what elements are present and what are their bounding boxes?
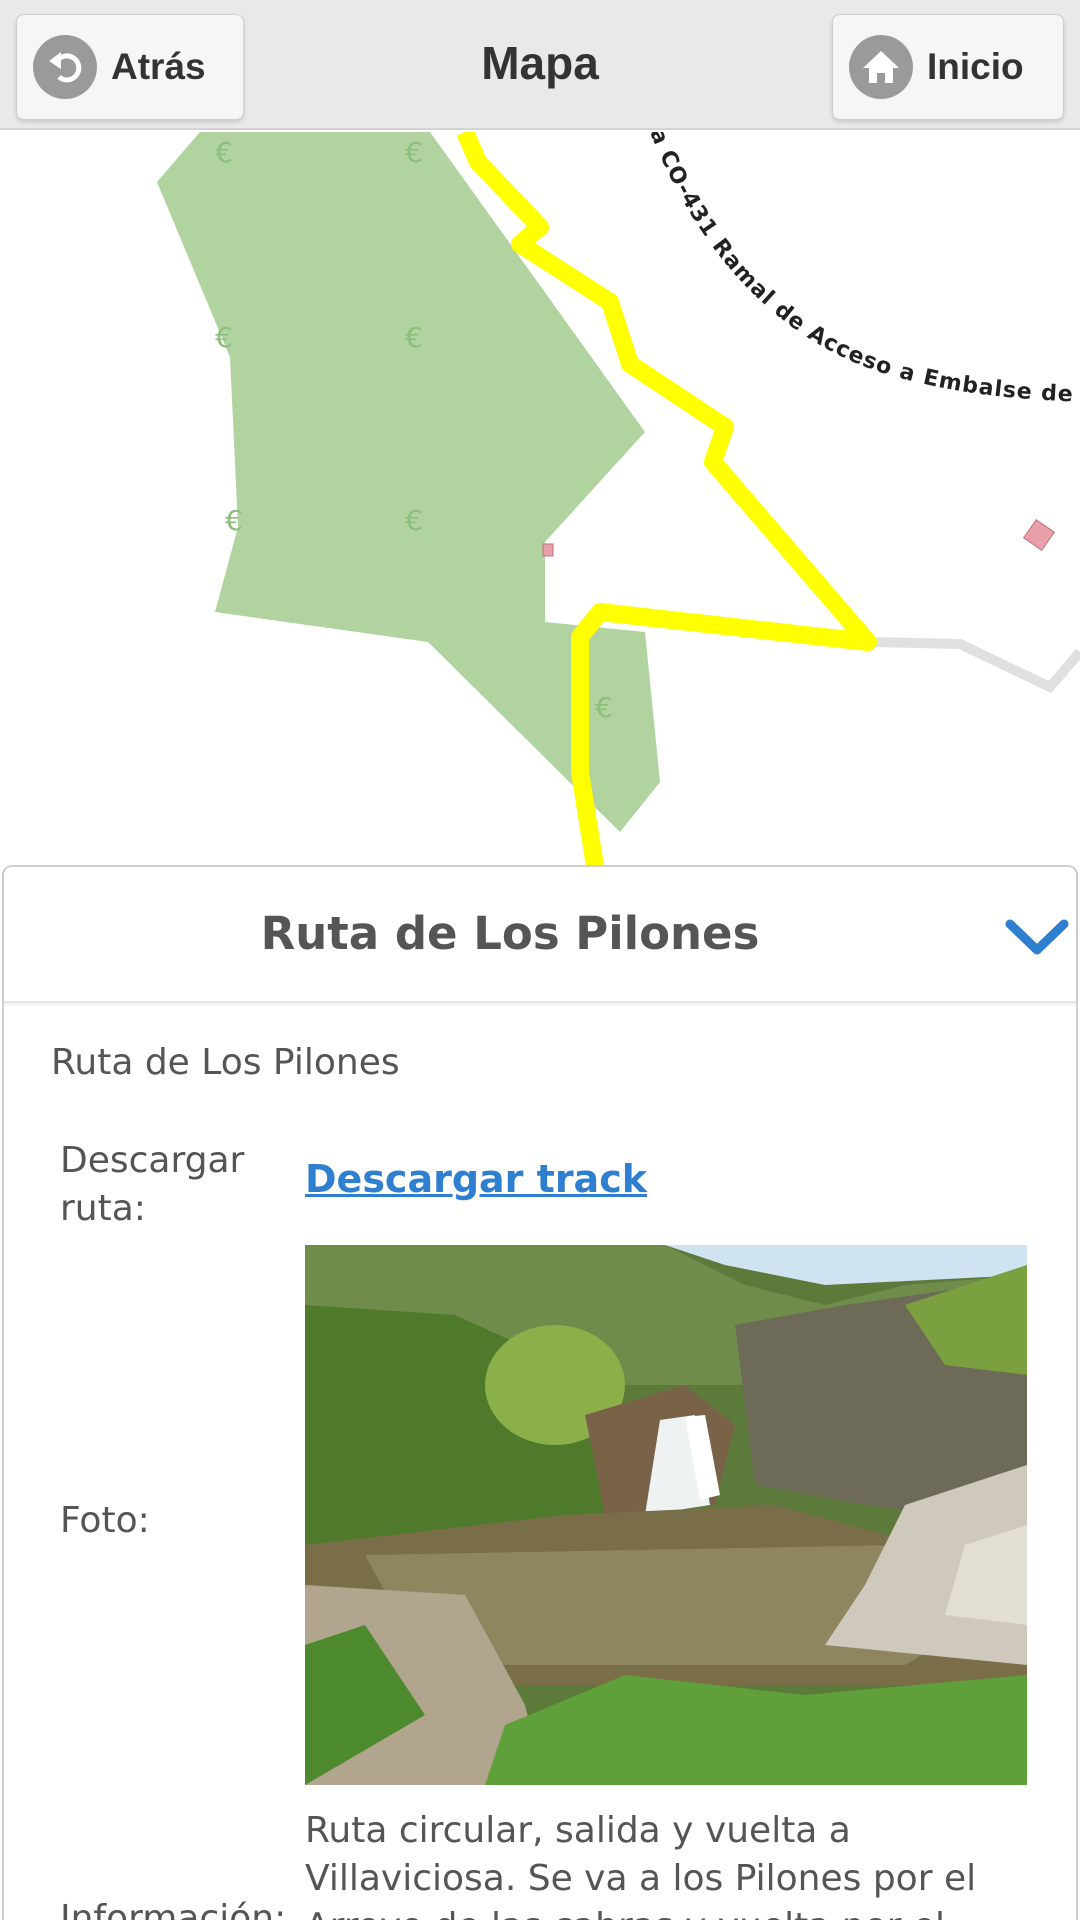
download-label: Descargar ruta: (60, 1137, 244, 1233)
map-marker (542, 543, 554, 557)
download-label-line1: Descargar (60, 1140, 245, 1181)
download-label-line2: ruta: (60, 1188, 146, 1229)
svg-text:€: € (405, 136, 423, 169)
map-canvas: € € € € € € € a CO-431 Ramal de Acceso a… (0, 132, 1080, 866)
svg-text:€: € (225, 504, 243, 537)
home-icon (849, 35, 913, 99)
map-marker (1022, 518, 1056, 552)
svg-text:€: € (405, 321, 423, 354)
collapse-chevron-icon[interactable] (1002, 909, 1072, 965)
svg-text:€: € (215, 136, 233, 169)
svg-text:€: € (215, 321, 233, 354)
home-button[interactable]: Inicio (832, 14, 1064, 120)
route-info-text: Ruta circular, salida y vuelta a Villavi… (305, 1810, 977, 1920)
photo-label: Foto: (60, 1500, 150, 1541)
download-track-link[interactable]: Descargar track (305, 1157, 647, 1201)
svg-text:€: € (405, 504, 423, 537)
home-button-label: Inicio (927, 46, 1024, 87)
svg-text:€: € (595, 691, 613, 724)
info-label: Información: (60, 1898, 287, 1920)
panel-header[interactable]: Ruta de Los Pilones (4, 867, 1076, 1003)
route-info-panel: Ruta de Los Pilones Ruta de Los Pilones … (2, 865, 1078, 1920)
route-subtitle: Ruta de Los Pilones (51, 1042, 400, 1083)
panel-title: Ruta de Los Pilones (260, 907, 760, 960)
map-view[interactable]: € € € € € € € a CO-431 Ramal de Acceso a… (0, 132, 1080, 866)
route-photo (305, 1245, 1027, 1785)
top-bar: Atrás Mapa Inicio (0, 0, 1080, 130)
road-line (869, 637, 1080, 694)
